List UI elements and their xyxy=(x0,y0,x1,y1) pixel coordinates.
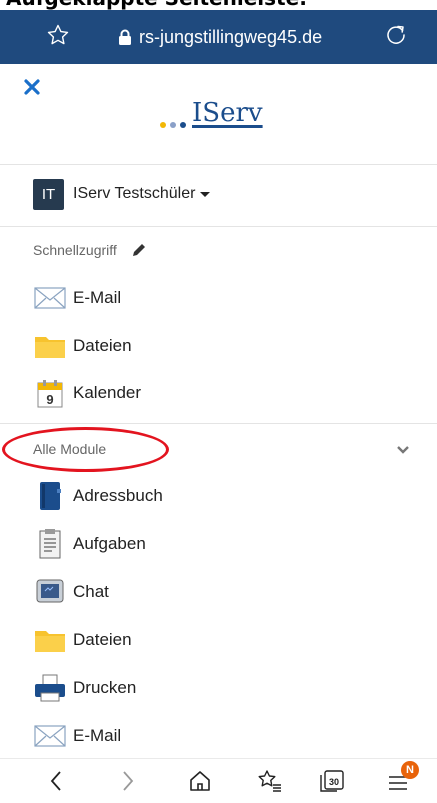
browser-bottom-toolbar: 30 N xyxy=(0,758,437,803)
menu-label: Dateien xyxy=(73,336,132,355)
tasks-icon xyxy=(33,529,67,559)
pencil-icon[interactable] xyxy=(131,242,147,258)
user-name: IServ Testschüler xyxy=(73,185,196,202)
user-menu[interactable]: IT IServ Testschüler xyxy=(33,177,211,211)
home-button[interactable] xyxy=(186,767,214,795)
quick-access-label: Schnellzugriff xyxy=(33,242,117,258)
mail-icon xyxy=(33,283,67,313)
lock-icon xyxy=(119,29,131,45)
divider xyxy=(0,226,437,227)
menu-label: Dateien xyxy=(73,630,132,649)
heading-text: Aufgeklappte Seitenleiste: xyxy=(6,0,307,10)
logo-dots xyxy=(160,122,186,128)
url-field[interactable]: rs-jungstillingweg45.de xyxy=(118,24,322,50)
forward-button[interactable] xyxy=(114,767,142,795)
chevron-down-icon[interactable] xyxy=(396,445,410,455)
module-item-tasks[interactable]: Aufgaben xyxy=(33,527,146,561)
mail-icon xyxy=(33,721,67,751)
module-item-print[interactable]: Drucken xyxy=(33,671,136,705)
close-sidebar-button[interactable] xyxy=(24,79,42,97)
calendar-day: 9 xyxy=(46,392,53,407)
module-item-email[interactable]: E-Mail xyxy=(33,719,121,753)
reload-icon[interactable] xyxy=(384,23,408,47)
folder-icon xyxy=(33,625,67,655)
home-icon xyxy=(190,771,210,791)
annotation-ellipse xyxy=(2,427,169,472)
chat-icon xyxy=(33,577,67,607)
notification-badge: N xyxy=(401,761,419,779)
quick-access-header: Schnellzugriff xyxy=(33,242,147,258)
menu-label: Aufgaben xyxy=(73,534,146,553)
divider xyxy=(0,423,437,424)
folder-icon xyxy=(33,331,67,361)
module-item-address-book[interactable]: Adressbuch xyxy=(33,479,163,513)
logo-text: IServ xyxy=(192,98,263,128)
back-button[interactable] xyxy=(42,767,70,795)
tabs-button[interactable]: 30 xyxy=(318,767,346,795)
printer-icon xyxy=(33,673,67,703)
menu-label: Chat xyxy=(73,582,109,601)
iserv-logo[interactable]: IServ xyxy=(160,98,263,138)
module-item-chat[interactable]: Chat xyxy=(33,575,109,609)
bookmark-star-icon[interactable] xyxy=(46,23,70,47)
divider xyxy=(0,164,437,165)
chevron-left-icon xyxy=(50,771,61,791)
menu-label: E-Mail xyxy=(73,288,122,307)
tabs-icon: 30 xyxy=(320,770,344,792)
quick-item-email[interactable]: E-Mail xyxy=(33,281,121,315)
menu-label: E-Mail xyxy=(73,726,122,745)
address-book-icon xyxy=(33,481,67,511)
quick-item-calendar[interactable]: 9 Kalender xyxy=(33,376,141,410)
menu-label: Kalender xyxy=(73,383,142,402)
module-item-files[interactable]: Dateien xyxy=(33,623,132,657)
chevron-right-icon xyxy=(123,771,134,791)
caret-down-icon xyxy=(200,191,211,197)
menu-label: Adressbuch xyxy=(73,486,163,505)
browser-address-bar: rs-jungstillingweg45.de xyxy=(0,10,437,64)
close-icon xyxy=(24,79,40,95)
browser-menu-button[interactable]: N xyxy=(384,761,419,795)
avatar: IT xyxy=(33,178,64,210)
favorites-button[interactable] xyxy=(256,767,284,795)
document-heading: Aufgeklappte Seitenleiste: xyxy=(0,0,437,10)
calendar-icon: 9 xyxy=(33,378,67,408)
favorites-list-icon xyxy=(258,770,281,792)
url-text: rs-jungstillingweg45.de xyxy=(139,26,323,47)
tabs-count: 30 xyxy=(329,777,339,787)
quick-item-files[interactable]: Dateien xyxy=(33,329,132,363)
menu-label: Drucken xyxy=(73,678,137,697)
